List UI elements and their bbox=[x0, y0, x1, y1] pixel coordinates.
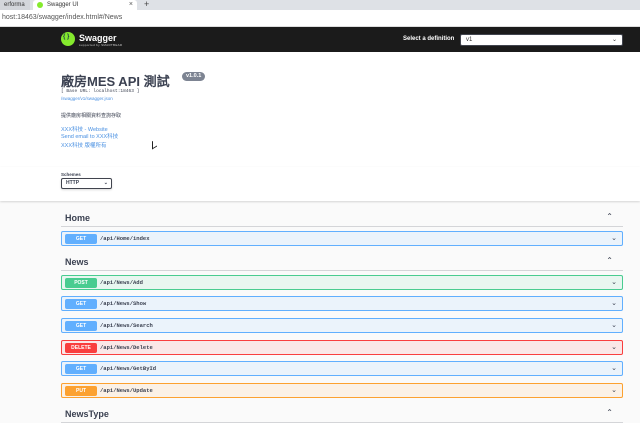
operation-path: /api/News/GetById bbox=[100, 365, 157, 372]
swagger-favicon-icon bbox=[37, 2, 43, 8]
tag-name: News bbox=[65, 257, 89, 267]
tag-header-home[interactable]: Home ⌃ bbox=[61, 209, 623, 227]
swagger-logo-icon[interactable] bbox=[61, 32, 75, 46]
tag-header-newstype[interactable]: NewsType ⌃ bbox=[61, 405, 623, 423]
operation-path: /api/News/Search bbox=[100, 322, 153, 329]
version-badge: v1.0.1 bbox=[182, 72, 206, 81]
close-tab-icon[interactable]: × bbox=[129, 0, 133, 10]
definition-label: Select a definition bbox=[403, 36, 455, 42]
chevron-down-icon: ⌄ bbox=[103, 180, 108, 186]
chevron-down-icon[interactable]: ⌄ bbox=[611, 321, 617, 329]
chevron-down-icon[interactable]: ⌄ bbox=[611, 234, 617, 242]
operation-path: /api/News/Show bbox=[100, 300, 147, 307]
method-badge: DELETE bbox=[65, 343, 97, 353]
url-text[interactable]: host:18463/swagger/index.html#/News bbox=[2, 14, 122, 21]
operation-row[interactable]: GET /api/News/Show ⌄ bbox=[61, 296, 623, 311]
operation-row[interactable]: POST /api/News/Add ⌄ bbox=[61, 275, 623, 290]
operation-path: /api/News/Add bbox=[100, 279, 143, 286]
swagger-json-link[interactable]: /swagger/v1/swagger.json bbox=[61, 96, 113, 101]
browser-tabstrip: erforma Swagger UI × + bbox=[0, 0, 640, 10]
schemes-select[interactable]: HTTP ⌄ bbox=[61, 178, 112, 189]
operation-row[interactable]: GET /api/Home/index ⌄ bbox=[61, 231, 623, 246]
schemes-value: HTTP bbox=[66, 180, 80, 186]
method-badge: GET bbox=[65, 299, 97, 309]
chevron-down-icon[interactable]: ⌄ bbox=[611, 278, 617, 286]
method-badge: GET bbox=[65, 321, 97, 331]
swagger-topbar: Swagger supported by SMARTBEAR Select a … bbox=[0, 27, 640, 52]
info-section bbox=[0, 52, 640, 167]
tag-name: Home bbox=[65, 213, 91, 223]
tab-label: Swagger UI bbox=[47, 2, 79, 8]
logo-subtext: supported by SMARTBEAR bbox=[79, 43, 123, 47]
method-badge: GET bbox=[65, 234, 97, 244]
operation-path: /api/News/Delete bbox=[100, 344, 153, 351]
chevron-up-icon[interactable]: ⌃ bbox=[606, 212, 613, 221]
browser-tab-active[interactable]: Swagger UI × bbox=[33, 0, 137, 10]
chevron-up-icon[interactable]: ⌃ bbox=[606, 256, 613, 265]
address-bar[interactable]: host:18463/swagger/index.html#/News bbox=[0, 10, 640, 27]
chevron-down-icon[interactable]: ⌄ bbox=[611, 386, 617, 394]
definition-value: v1 bbox=[466, 37, 473, 43]
new-tab-button[interactable]: + bbox=[144, 0, 149, 9]
operation-row[interactable]: GET /api/News/Search ⌄ bbox=[61, 318, 623, 333]
method-badge: POST bbox=[65, 278, 97, 288]
definition-select[interactable]: v1 ⌄ bbox=[460, 34, 623, 46]
operation-row[interactable]: GET /api/News/GetById ⌄ bbox=[61, 361, 623, 376]
browser-tab[interactable]: erforma bbox=[0, 0, 30, 10]
method-badge: GET bbox=[65, 364, 97, 374]
schemes-label: Schemes bbox=[61, 172, 81, 177]
tag-name: NewsType bbox=[65, 409, 109, 419]
chevron-up-icon[interactable]: ⌃ bbox=[606, 408, 613, 417]
license-link[interactable]: XXX科技 版權所有 bbox=[61, 141, 107, 149]
tab-label: erforma bbox=[4, 2, 25, 8]
chevron-down-icon[interactable]: ⌄ bbox=[611, 299, 617, 307]
operation-row[interactable]: PUT /api/News/Update ⌄ bbox=[61, 383, 623, 398]
operation-path: /api/News/Update bbox=[100, 387, 153, 394]
email-link[interactable]: Send email to XXX科技 bbox=[61, 132, 118, 140]
api-title: 廠房MES API 測試 bbox=[61, 74, 170, 89]
operation-row[interactable]: DELETE /api/News/Delete ⌄ bbox=[61, 340, 623, 355]
method-badge: PUT bbox=[65, 386, 97, 396]
operation-path: /api/Home/index bbox=[100, 235, 150, 242]
base-url: [ Base URL: localhost:18463 ] bbox=[61, 89, 140, 94]
chevron-down-icon[interactable]: ⌄ bbox=[611, 364, 617, 372]
logo-text[interactable]: Swagger bbox=[79, 33, 117, 43]
chevron-down-icon[interactable]: ⌄ bbox=[611, 343, 617, 351]
chevron-down-icon: ⌄ bbox=[611, 37, 617, 43]
tag-header-news[interactable]: News ⌃ bbox=[61, 253, 623, 271]
api-description: 提供廠房相關資料查詢存取 bbox=[61, 113, 122, 119]
